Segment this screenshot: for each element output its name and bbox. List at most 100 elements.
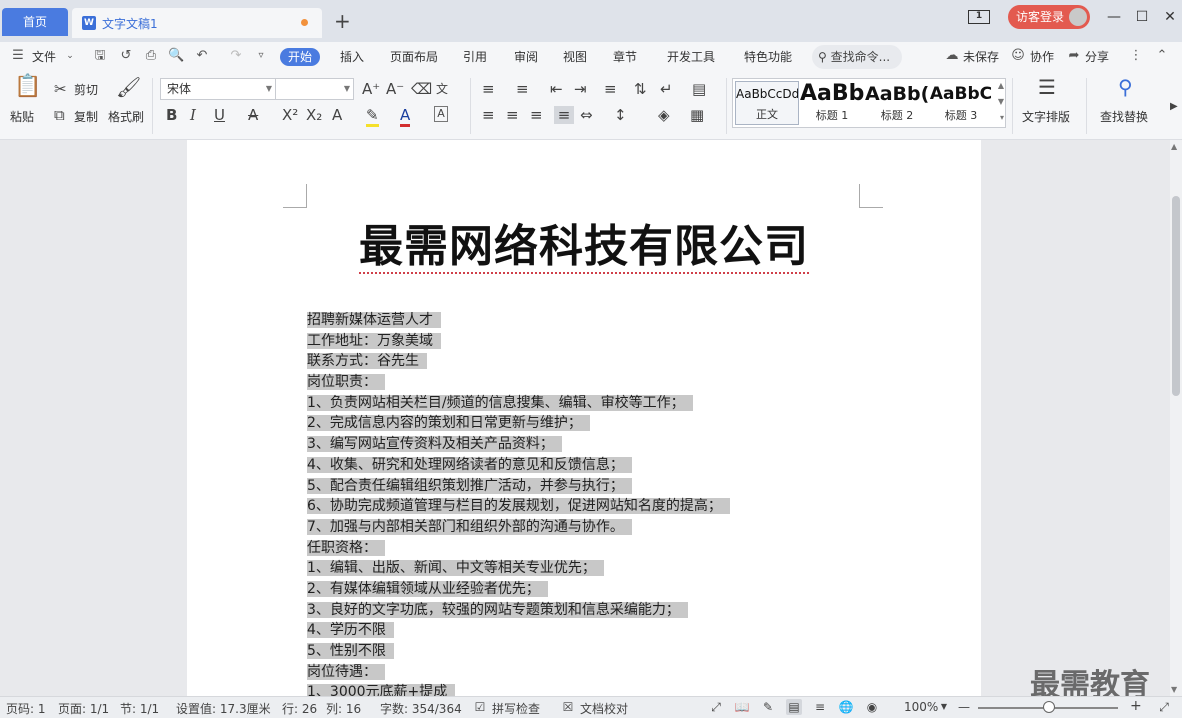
strikethrough-icon[interactable]: A: [248, 106, 258, 124]
decrease-indent-icon[interactable]: ⇤: [550, 80, 563, 98]
unsaved-status[interactable]: 未保存: [963, 48, 999, 66]
document-page[interactable]: 最需网络科技有限公司 招聘新媒体运营人才 工作地址：万象美域 联系方式：谷先生 …: [187, 140, 981, 696]
hamburger-menu-icon[interactable]: ☰: [10, 48, 26, 64]
grow-font-icon[interactable]: A⁺: [362, 80, 380, 98]
menu-file[interactable]: 文件: [32, 48, 56, 66]
tab-view[interactable]: 视图: [563, 48, 587, 66]
numbered-list-icon[interactable]: ≡: [516, 80, 529, 98]
collapse-ribbon-icon[interactable]: ⌃: [1154, 48, 1170, 64]
document-canvas[interactable]: 最需网络科技有限公司 招聘新媒体运营人才 工作地址：万象美域 联系方式：谷先生 …: [0, 140, 1170, 696]
scroll-down-icon[interactable]: ▼: [1171, 685, 1177, 694]
align-center-icon[interactable]: ≡: [506, 106, 519, 124]
text-layout-icon[interactable]: ☰: [1038, 77, 1056, 97]
status-pages[interactable]: 页面: 1/1: [58, 700, 109, 717]
zoom-level[interactable]: 100%: [904, 700, 938, 714]
style-heading-1[interactable]: AaBb 标题 1: [800, 81, 864, 125]
clear-format-icon[interactable]: ⌫: [411, 80, 432, 98]
paste-icon[interactable]: 📋: [14, 76, 41, 98]
fullscreen-icon[interactable]: ⤢: [708, 699, 724, 715]
scroll-up-icon[interactable]: ▲: [1171, 142, 1177, 151]
more-icon[interactable]: ⋮: [1128, 48, 1144, 64]
borders-icon[interactable]: ▦: [690, 106, 704, 124]
status-page-number[interactable]: 页码: 1: [6, 700, 46, 717]
redo-icon[interactable]: ↷: [228, 48, 244, 64]
increase-indent-icon[interactable]: ⇥: [574, 80, 587, 98]
tab-insert[interactable]: 插入: [340, 48, 364, 66]
command-search-input[interactable]: ⚲ 查找命令...: [812, 45, 902, 69]
status-word-count[interactable]: 字数: 354/364: [380, 700, 462, 717]
zoom-in-button[interactable]: +: [1130, 698, 1142, 714]
align-right-icon[interactable]: ≡: [530, 106, 543, 124]
shading-icon[interactable]: ◈: [658, 106, 670, 124]
paste-button[interactable]: 粘贴: [10, 108, 34, 125]
tab-page-layout[interactable]: 页面布局: [390, 48, 438, 66]
minimize-icon[interactable]: —: [1104, 8, 1124, 26]
styles-expand-icon[interactable]: ▾: [1000, 113, 1004, 122]
tab-developer[interactable]: 开发工具: [667, 48, 715, 66]
customize-toolbar-icon[interactable]: ▿: [253, 48, 269, 64]
superscript-icon[interactable]: X²: [282, 106, 298, 124]
print-icon[interactable]: ⎙: [143, 48, 159, 64]
char-border-icon[interactable]: A: [434, 106, 448, 122]
export-icon[interactable]: ↺: [118, 48, 134, 64]
style-heading-2[interactable]: AaBb( 标题 2: [865, 81, 929, 125]
magnifier-icon[interactable]: ⚲: [1118, 77, 1133, 97]
styles-scroll-down-icon[interactable]: ▼: [998, 97, 1004, 106]
page-view-icon[interactable]: ▤: [786, 699, 802, 715]
zoom-out-button[interactable]: —: [958, 700, 970, 714]
zoom-dropdown-icon[interactable]: ▼: [936, 699, 952, 715]
show-marks-icon[interactable]: ↵: [660, 80, 673, 98]
tab-special-features[interactable]: 特色功能: [744, 48, 792, 66]
pinyin-guide-icon[interactable]: 文: [436, 80, 448, 98]
tab-references[interactable]: 引用: [463, 48, 487, 66]
tab-home-ribbon[interactable]: 开始: [280, 48, 321, 66]
print-preview-icon[interactable]: 🔍: [168, 48, 184, 64]
highlight-icon[interactable]: ✎: [366, 106, 379, 127]
justify-icon[interactable]: ≡: [554, 106, 574, 124]
status-setting-value[interactable]: 设置值: 17.3厘米: [176, 700, 271, 717]
status-section[interactable]: 节: 1/1: [120, 700, 159, 717]
chinese-layout-icon[interactable]: ≡: [604, 80, 617, 98]
close-icon[interactable]: ✕: [1160, 8, 1180, 26]
read-mode-icon[interactable]: 📖: [734, 699, 750, 715]
scrollbar-thumb[interactable]: [1172, 196, 1180, 396]
styles-scroll-up-icon[interactable]: ▲: [998, 81, 1004, 90]
window-count-icon[interactable]: 1: [968, 10, 990, 24]
subscript-icon[interactable]: X₂: [306, 106, 322, 124]
edit-mode-icon[interactable]: ✎: [760, 699, 776, 715]
shrink-font-icon[interactable]: A⁻: [386, 80, 404, 98]
sort-icon[interactable]: ⇅: [634, 80, 647, 98]
copy-icon[interactable]: ⧉: [54, 106, 65, 124]
vertical-scrollbar[interactable]: ▲ ▼: [1170, 140, 1182, 696]
italic-icon[interactable]: I: [190, 106, 196, 124]
font-name-select[interactable]: 宋体 ▼: [160, 78, 276, 100]
underline-icon[interactable]: U: [214, 106, 225, 124]
font-size-select[interactable]: ▼: [276, 78, 354, 100]
tab-document[interactable]: W 文字文稿1: [72, 8, 322, 38]
bullet-list-icon[interactable]: ≡: [482, 80, 495, 98]
format-painter-button[interactable]: 格式刷: [108, 108, 144, 125]
fit-page-icon[interactable]: ⤢: [1156, 699, 1172, 715]
format-painter-icon[interactable]: 🖌: [116, 77, 141, 97]
spell-check-button[interactable]: 拼写检查: [492, 700, 540, 717]
undo-icon[interactable]: ↶: [194, 48, 210, 64]
font-color-icon[interactable]: A: [400, 106, 411, 127]
bold-icon[interactable]: B: [166, 106, 177, 124]
tab-chapter[interactable]: 章节: [613, 48, 637, 66]
web-view-icon[interactable]: 🌐: [838, 699, 854, 715]
text-layout-button[interactable]: 文字排版: [1022, 108, 1070, 125]
style-heading-3[interactable]: AaBbC 标题 3: [929, 81, 993, 125]
text-effect-icon[interactable]: A: [332, 106, 342, 124]
collaborate-button[interactable]: 协作: [1030, 48, 1054, 66]
paragraph-settings-icon[interactable]: ▤: [692, 80, 706, 98]
guest-login-button[interactable]: 访客登录: [1008, 5, 1090, 29]
status-column[interactable]: 列: 16: [326, 700, 361, 717]
style-normal[interactable]: AaBbCcDd 正文: [735, 81, 799, 125]
ribbon-scroll-right-icon[interactable]: ▶: [1170, 98, 1178, 116]
zoom-slider-handle[interactable]: [1043, 701, 1055, 713]
distributed-icon[interactable]: ⇔: [580, 106, 593, 124]
outline-view-icon[interactable]: ≡: [812, 699, 828, 715]
cut-button[interactable]: 剪切: [74, 81, 98, 98]
new-tab-button[interactable]: +: [334, 9, 351, 33]
share-button[interactable]: 分享: [1085, 48, 1109, 66]
